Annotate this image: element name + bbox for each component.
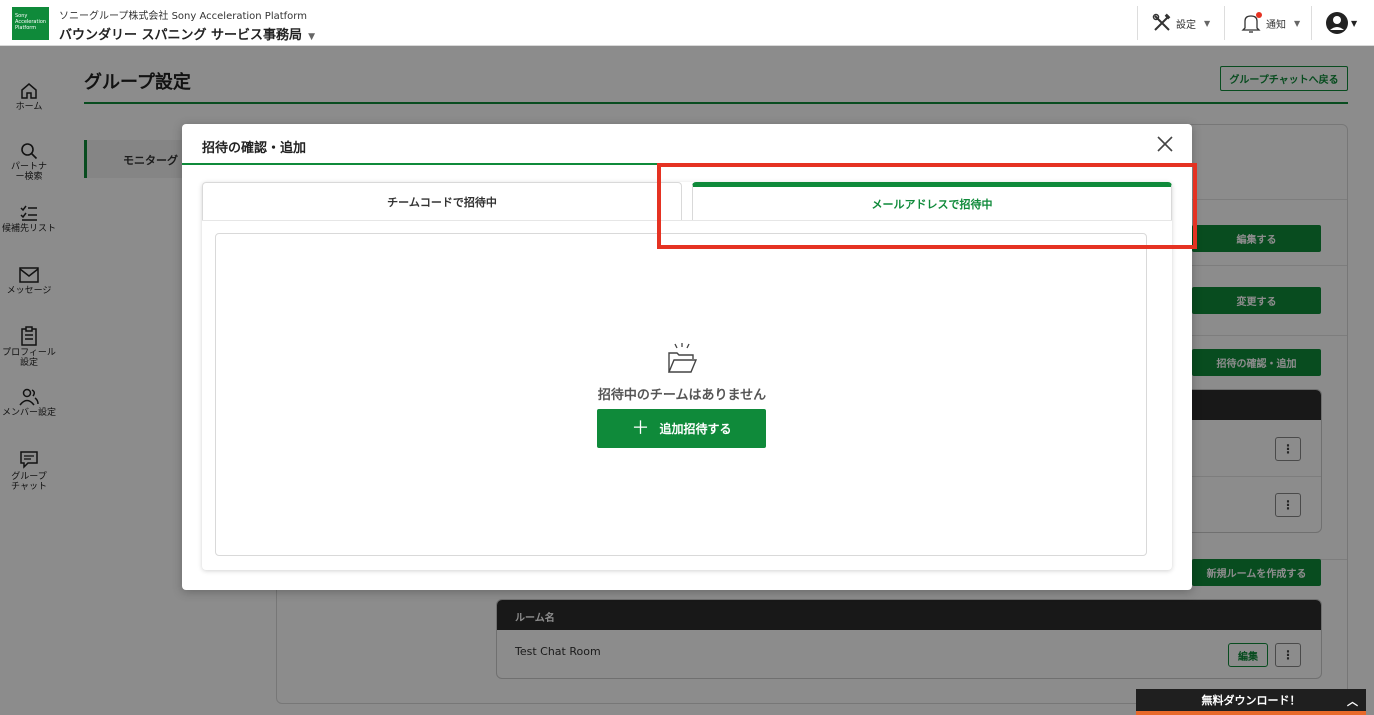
empty-state-panel: 招待中のチームはありません ＋ 追加招待する — [215, 233, 1147, 556]
office-selector[interactable]: バウンダリー スパニング サービス事務局 ▼ — [59, 24, 315, 43]
user-avatar-icon — [1326, 12, 1348, 34]
add-invite-label: 追加招待する — [659, 422, 732, 436]
chevron-up-icon[interactable]: ︿ — [1347, 693, 1358, 709]
tab-team-code-invites[interactable]: チームコードで招待中 — [202, 182, 682, 220]
caret-down-icon: ▼ — [1351, 18, 1358, 28]
add-invite-button[interactable]: ＋ 追加招待する — [597, 409, 766, 448]
header-divider — [1311, 6, 1312, 40]
caret-down-icon: ▼ — [308, 32, 315, 42]
plus-icon: ＋ — [631, 417, 650, 439]
close-icon[interactable] — [1154, 133, 1176, 155]
bell-icon — [1241, 12, 1262, 33]
account-menu[interactable]: ▼ — [1325, 0, 1357, 46]
annotation-highlight-box — [657, 163, 1197, 249]
empty-state-message: 招待中のチームはありません — [597, 388, 767, 403]
caret-down-icon: ▼ — [1204, 18, 1211, 28]
top-header: Sony Acceleration Platform ソニーグループ株式会社 S… — [0, 0, 1374, 46]
notifications-label: 通知 — [1266, 19, 1286, 31]
office-name: バウンダリー スパニング サービス事務局 — [59, 28, 303, 43]
sap-logo[interactable]: Sony Acceleration Platform — [12, 7, 49, 40]
download-label: 無料ダウンロード！ — [1201, 694, 1301, 707]
free-download-bar[interactable]: 無料ダウンロード！ ︿ — [1136, 689, 1366, 715]
tools-icon — [1152, 13, 1171, 31]
open-folder-icon — [667, 343, 698, 373]
caret-down-icon: ▼ — [1294, 18, 1301, 28]
settings-label: 設定 — [1176, 19, 1196, 31]
modal-title: 招待の確認・追加 — [202, 141, 307, 156]
settings-menu[interactable]: 設定 ▼ — [1152, 0, 1210, 46]
header-divider — [1224, 6, 1225, 40]
company-name: ソニーグループ株式会社 Sony Acceleration Platform — [59, 11, 307, 22]
header-divider — [1137, 6, 1138, 40]
notifications-menu[interactable]: 通知 ▼ — [1240, 0, 1300, 46]
